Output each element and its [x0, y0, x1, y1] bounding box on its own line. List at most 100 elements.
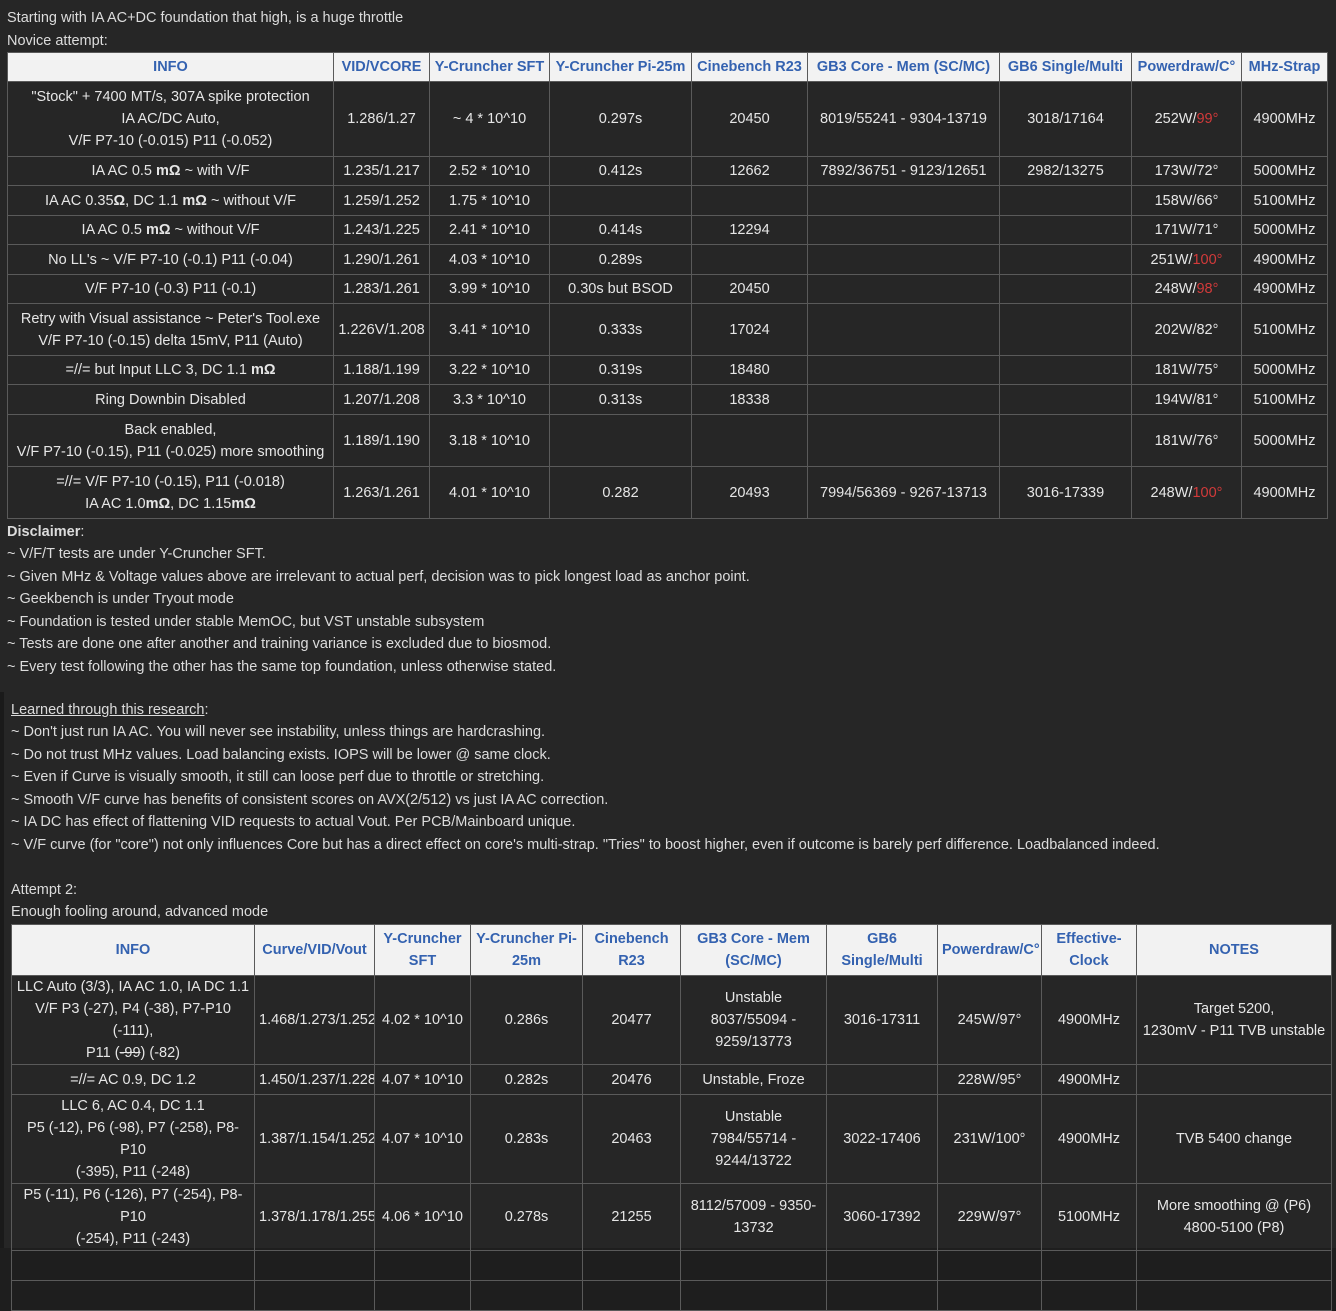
table-row: IA AC 0.5 mΩ ~ with V/F 1.235/1.217 2.52…: [7, 156, 1328, 186]
gb3-cell: [807, 244, 1000, 275]
curve-cell: 1.378/1.178/1.255: [254, 1183, 375, 1251]
power-cell: 245W/97°: [937, 975, 1042, 1065]
disclaimer-line: ~ V/F/T tests are under Y-Cruncher SFT.: [7, 546, 266, 562]
disclaimer-line: ~ Foundation is tested under stable MemO…: [7, 614, 485, 630]
mhz-cell: 5100MHz: [1241, 185, 1328, 216]
pi-cell: 0.412s: [549, 156, 692, 186]
gb6-cell: 3016-17311: [826, 975, 938, 1065]
power-cell: 158W/66°: [1131, 185, 1242, 216]
sft-cell: 2.41 * 10^10: [429, 215, 550, 245]
gb3-cell: 7892/36751 - 9123/12651: [807, 156, 1000, 186]
sft-cell: 2.52 * 10^10: [429, 156, 550, 186]
pi-cell: 0.283s: [470, 1094, 583, 1184]
cinebench-cell: 20493: [691, 466, 808, 519]
disclaimer-line: ~ Geekbench is under Tryout mode: [7, 591, 234, 607]
learned-heading: Learned through this research:: [11, 702, 209, 718]
gb6-cell: [999, 303, 1132, 356]
gb3-cell: [807, 384, 1000, 415]
sft-cell: 3.22 * 10^10: [429, 355, 550, 385]
clock-cell: 4900MHz: [1041, 1094, 1137, 1184]
sft-cell: 4.07 * 10^10: [374, 1094, 471, 1184]
info-cell: =//= but Input LLC 3, DC 1.1 mΩ: [7, 355, 334, 385]
power-cell: 251W/100°: [1131, 244, 1242, 275]
gb6-cell: 3060-17392: [826, 1183, 938, 1251]
gb3-cell: 8112/57009 - 9350- 13732: [680, 1183, 827, 1251]
cinebench-cell: 12662: [691, 156, 808, 186]
column-header: INFO: [11, 924, 255, 976]
column-header: Y-Cruncher Pi-25m: [470, 924, 583, 976]
power-cell: 252W/99°: [1131, 81, 1242, 157]
table-row: =//= AC 0.9, DC 1.2 1.450/1.237/1.228 4.…: [11, 1064, 1332, 1095]
sft-cell: 3.99 * 10^10: [429, 274, 550, 304]
gb3-cell: [807, 355, 1000, 385]
power-cell: 181W/75°: [1131, 355, 1242, 385]
pi-cell: 0.286s: [470, 975, 583, 1065]
power-cell: 248W/100°: [1131, 466, 1242, 519]
column-header: Cinebench R23: [691, 52, 808, 82]
sft-cell: 4.06 * 10^10: [374, 1183, 471, 1251]
gb6-cell: [999, 384, 1132, 415]
mhz-cell: 4900MHz: [1241, 274, 1328, 304]
sft-cell: ~ 4 * 10^10: [429, 81, 550, 157]
gb6-cell: [826, 1064, 938, 1095]
table-row: =//= but Input LLC 3, DC 1.1 mΩ 1.188/1.…: [7, 355, 1328, 385]
column-header: MHz-Strap: [1241, 52, 1328, 82]
vid-cell: 1.226V/1.208: [333, 303, 430, 356]
sft-cell: 4.03 * 10^10: [429, 244, 550, 275]
learned-line: ~ IA DC has effect of flattening VID req…: [11, 814, 576, 830]
info-cell: No LL's ~ V/F P7-10 (-0.1) P11 (-0.04): [7, 244, 334, 275]
power-cell: 173W/72°: [1131, 156, 1242, 186]
empty-table-row: [11, 1280, 1332, 1311]
mhz-cell: 5100MHz: [1241, 303, 1328, 356]
attempt2-line-2: Enough fooling around, advanced mode: [11, 904, 269, 920]
info-cell: =//= AC 0.9, DC 1.2: [11, 1064, 255, 1095]
mhz-cell: 5000MHz: [1241, 414, 1328, 467]
table-row: LLC 6, AC 0.4, DC 1.1 P5 (-12), P6 (-98),…: [11, 1094, 1332, 1184]
table-row: IA AC 0.35Ω, DC 1.1 mΩ ~ without V/F 1.2…: [7, 185, 1328, 216]
cinebench-cell: 20477: [582, 975, 681, 1065]
table-row: No LL's ~ V/F P7-10 (-0.1) P11 (-0.04) 1…: [7, 244, 1328, 275]
pi-cell: 0.313s: [549, 384, 692, 415]
sft-cell: 3.3 * 10^10: [429, 384, 550, 415]
intro-line-1: Starting with IA AC+DC foundation that h…: [7, 10, 404, 26]
pi-cell: [549, 185, 692, 216]
temperature-hot: 99°: [1196, 111, 1219, 127]
mhz-cell: 5000MHz: [1241, 215, 1328, 245]
info-cell: Retry with Visual assistance ~ Peter's T…: [7, 303, 334, 356]
column-header: Y-Cruncher Pi-25m: [549, 52, 692, 82]
gb3-cell: Unstable 8037/55094 -9259/13773: [680, 975, 827, 1065]
clock-cell: 5100MHz: [1041, 1183, 1137, 1251]
gb6-cell: [999, 244, 1132, 275]
mhz-cell: 4900MHz: [1241, 81, 1328, 157]
mhz-cell: 5100MHz: [1241, 384, 1328, 415]
cinebench-cell: 18338: [691, 384, 808, 415]
notes-cell: Target 5200, 1230mV - P11 TVB unstable: [1136, 975, 1332, 1065]
power-cell: 248W/98°: [1131, 274, 1242, 304]
power-cell: 229W/97°: [937, 1183, 1042, 1251]
notes-cell: More smoothing @ (P6) 4800-5100 (P8): [1136, 1183, 1332, 1251]
novice-results-table: INFO VID/VCORE Y-Cruncher SFT Y-Cruncher…: [7, 52, 1328, 519]
power-cell: 194W/81°: [1131, 384, 1242, 415]
vid-cell: 1.235/1.217: [333, 156, 430, 186]
column-header: Effective-Clock: [1041, 924, 1137, 976]
curve-cell: 1.450/1.237/1.228: [254, 1064, 375, 1095]
column-header: GB6 Single/Multi: [999, 52, 1132, 82]
mhz-cell: 4900MHz: [1241, 466, 1328, 519]
vid-cell: 1.207/1.208: [333, 384, 430, 415]
column-header: Curve/VID/Vout: [254, 924, 375, 976]
gb6-cell: [999, 215, 1132, 245]
notes-cell: TVB 5400 change: [1136, 1094, 1332, 1184]
vid-cell: 1.243/1.225: [333, 215, 430, 245]
disclaimer-line: ~ Tests are done one after another and t…: [7, 636, 552, 652]
gb6-cell: [999, 414, 1132, 467]
power-cell: 181W/76°: [1131, 414, 1242, 467]
info-cell: Ring Downbin Disabled: [7, 384, 334, 415]
column-header: VID/VCORE: [333, 52, 430, 82]
pi-cell: 0.297s: [549, 81, 692, 157]
gb6-cell: [999, 185, 1132, 216]
vid-cell: 1.259/1.252: [333, 185, 430, 216]
vid-cell: 1.188/1.199: [333, 355, 430, 385]
gb3-cell: [807, 274, 1000, 304]
cinebench-cell: [691, 185, 808, 216]
mhz-cell: 5000MHz: [1241, 156, 1328, 186]
